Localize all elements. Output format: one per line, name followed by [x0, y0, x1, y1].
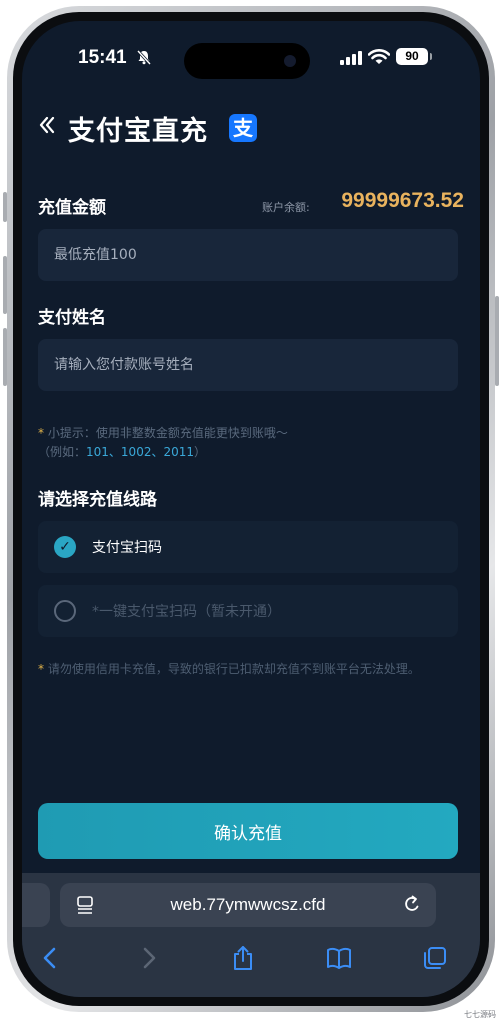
- back-arrow-icon[interactable]: [38, 945, 64, 971]
- tip-example-prefix: （例如：: [38, 445, 87, 459]
- tip-star: *: [38, 426, 44, 440]
- phone-bezel: 15:41 90 支付宝直充 支 充值金额 账户余额: 99999673.52 …: [13, 12, 489, 1006]
- confirm-recharge-button[interactable]: 确认充值: [38, 803, 458, 859]
- browser-toolbar: web.77ymwwcsz.cfd: [22, 873, 480, 997]
- balance-value: 99999673.52: [341, 189, 464, 212]
- watermark: 七七源码: [464, 1010, 496, 1019]
- payer-name-input[interactable]: [38, 339, 458, 391]
- power-button: [495, 296, 499, 386]
- signal-icon: [340, 51, 362, 65]
- page-title: 支付宝直充: [68, 116, 208, 147]
- url-text: web.77ymwwcsz.cfd: [170, 895, 326, 914]
- tabs-icon[interactable]: [422, 945, 448, 971]
- tip-example-suffix: ）: [194, 445, 207, 459]
- bookmarks-icon[interactable]: [326, 945, 352, 971]
- amount-input[interactable]: [38, 229, 458, 281]
- tip-example-values: 101、1002、2011: [86, 445, 194, 459]
- action-button: [3, 192, 7, 222]
- amount-label: 充值金额: [38, 198, 106, 218]
- payer-name-label: 支付姓名: [38, 308, 106, 328]
- warning-text: 请勿使用信用卡充值，导致的银行已扣款却充值不到账平台无法处理。: [47, 662, 420, 676]
- credit-card-warning: * 请勿使用信用卡充值，导致的银行已扣款却充值不到账平台无法处理。: [38, 659, 458, 679]
- balance-label: 账户余额:: [262, 201, 310, 214]
- wifi-icon: [368, 49, 390, 64]
- volume-down-button: [3, 328, 7, 386]
- route-option-label: 支付宝扫码: [92, 540, 162, 556]
- route-option-alipay-qr[interactable]: ✓ 支付宝扫码: [38, 521, 458, 573]
- back-button[interactable]: [38, 113, 56, 141]
- share-icon[interactable]: [230, 945, 256, 971]
- screen: 15:41 90 支付宝直充 支 充值金额 账户余额: 99999673.52 …: [22, 21, 480, 997]
- tip-text: 小提示：使用非整数金额充值能更快到账哦～: [47, 426, 288, 440]
- camera-icon: [284, 55, 296, 67]
- volume-up-button: [3, 256, 7, 314]
- warning-star: *: [38, 662, 44, 676]
- address-bar[interactable]: web.77ymwwcsz.cfd: [60, 883, 436, 927]
- amount-tip: * 小提示：使用非整数金额充值能更快到账哦～ （例如：101、1002、2011…: [38, 424, 458, 462]
- battery-indicator: 90: [396, 48, 432, 65]
- status-time: 15:41: [78, 47, 127, 68]
- phone-frame: 15:41 90 支付宝直充 支 充值金额 账户余额: 99999673.52 …: [3, 6, 499, 1012]
- previous-tab-preview[interactable]: [22, 883, 50, 927]
- dynamic-island: [184, 43, 310, 79]
- reload-icon[interactable]: [402, 894, 422, 914]
- route-option-label: *一键支付宝扫码（暂未开通）: [92, 604, 281, 620]
- bell-off-icon: [136, 49, 152, 65]
- route-select-label: 请选择充值线路: [38, 490, 157, 510]
- radio-empty-icon: [54, 600, 76, 622]
- alipay-logo-icon: 支: [229, 114, 257, 142]
- double-chevron-left-icon: [39, 116, 55, 134]
- forward-arrow-icon[interactable]: [135, 945, 161, 971]
- check-icon: ✓: [54, 536, 76, 558]
- route-option-one-click-qr[interactable]: *一键支付宝扫码（暂未开通）: [38, 585, 458, 637]
